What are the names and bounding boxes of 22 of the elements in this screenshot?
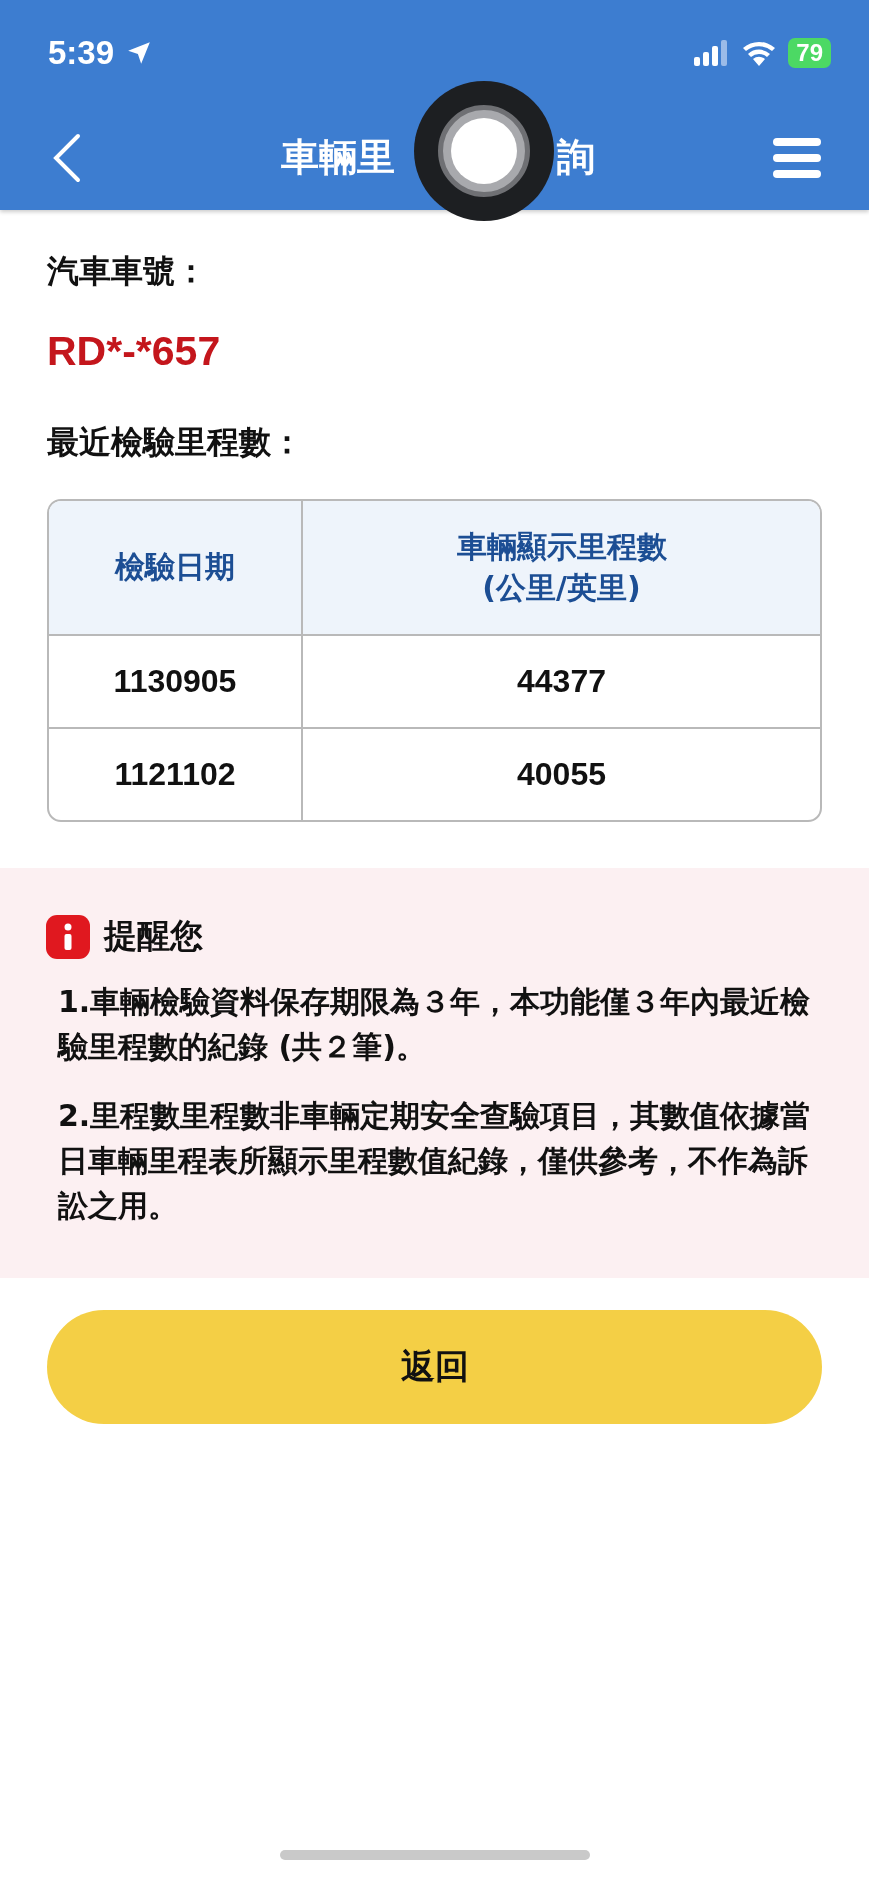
notice-title: 提醒您	[104, 915, 203, 957]
column-header: 車輛顯示里程數 (公里/英里)	[456, 528, 667, 607]
page-title: 車輛里	[281, 134, 395, 181]
column-header: 檢驗日期	[115, 548, 235, 587]
location-arrow-icon	[126, 39, 153, 66]
notice-text: 1.車輛檢驗資料保存期限為３年，本功能僅３年內最近檢驗里程數的紀錄 (共２筆)。	[58, 983, 812, 1066]
info-icon	[46, 914, 90, 959]
page-title: 詢	[557, 134, 595, 181]
mileage-label: 最近檢驗里程數：	[47, 422, 304, 463]
wifi-icon	[742, 39, 777, 66]
menu-icon[interactable]	[773, 137, 821, 178]
battery-indicator: 79	[788, 37, 831, 68]
back-icon[interactable]	[52, 132, 82, 183]
status-time: 5:39	[48, 33, 115, 72]
notice-text: 2.里程數里程數非車輛定期安全查驗項目，其數值依據當日車輛里程表所顯示里程數值紀錄，僅供參考，不作為訴訟之用。	[58, 1097, 812, 1225]
table-cell: 44377	[517, 663, 606, 700]
plate-number: RD*-*657	[47, 328, 222, 375]
table-cell: 1130905	[113, 663, 237, 700]
plate-label: 汽車車號：	[47, 251, 208, 292]
table-cell: 40055	[517, 756, 606, 793]
table-cell: 1121102	[114, 756, 236, 793]
back-button[interactable]: 返回	[47, 1310, 822, 1424]
